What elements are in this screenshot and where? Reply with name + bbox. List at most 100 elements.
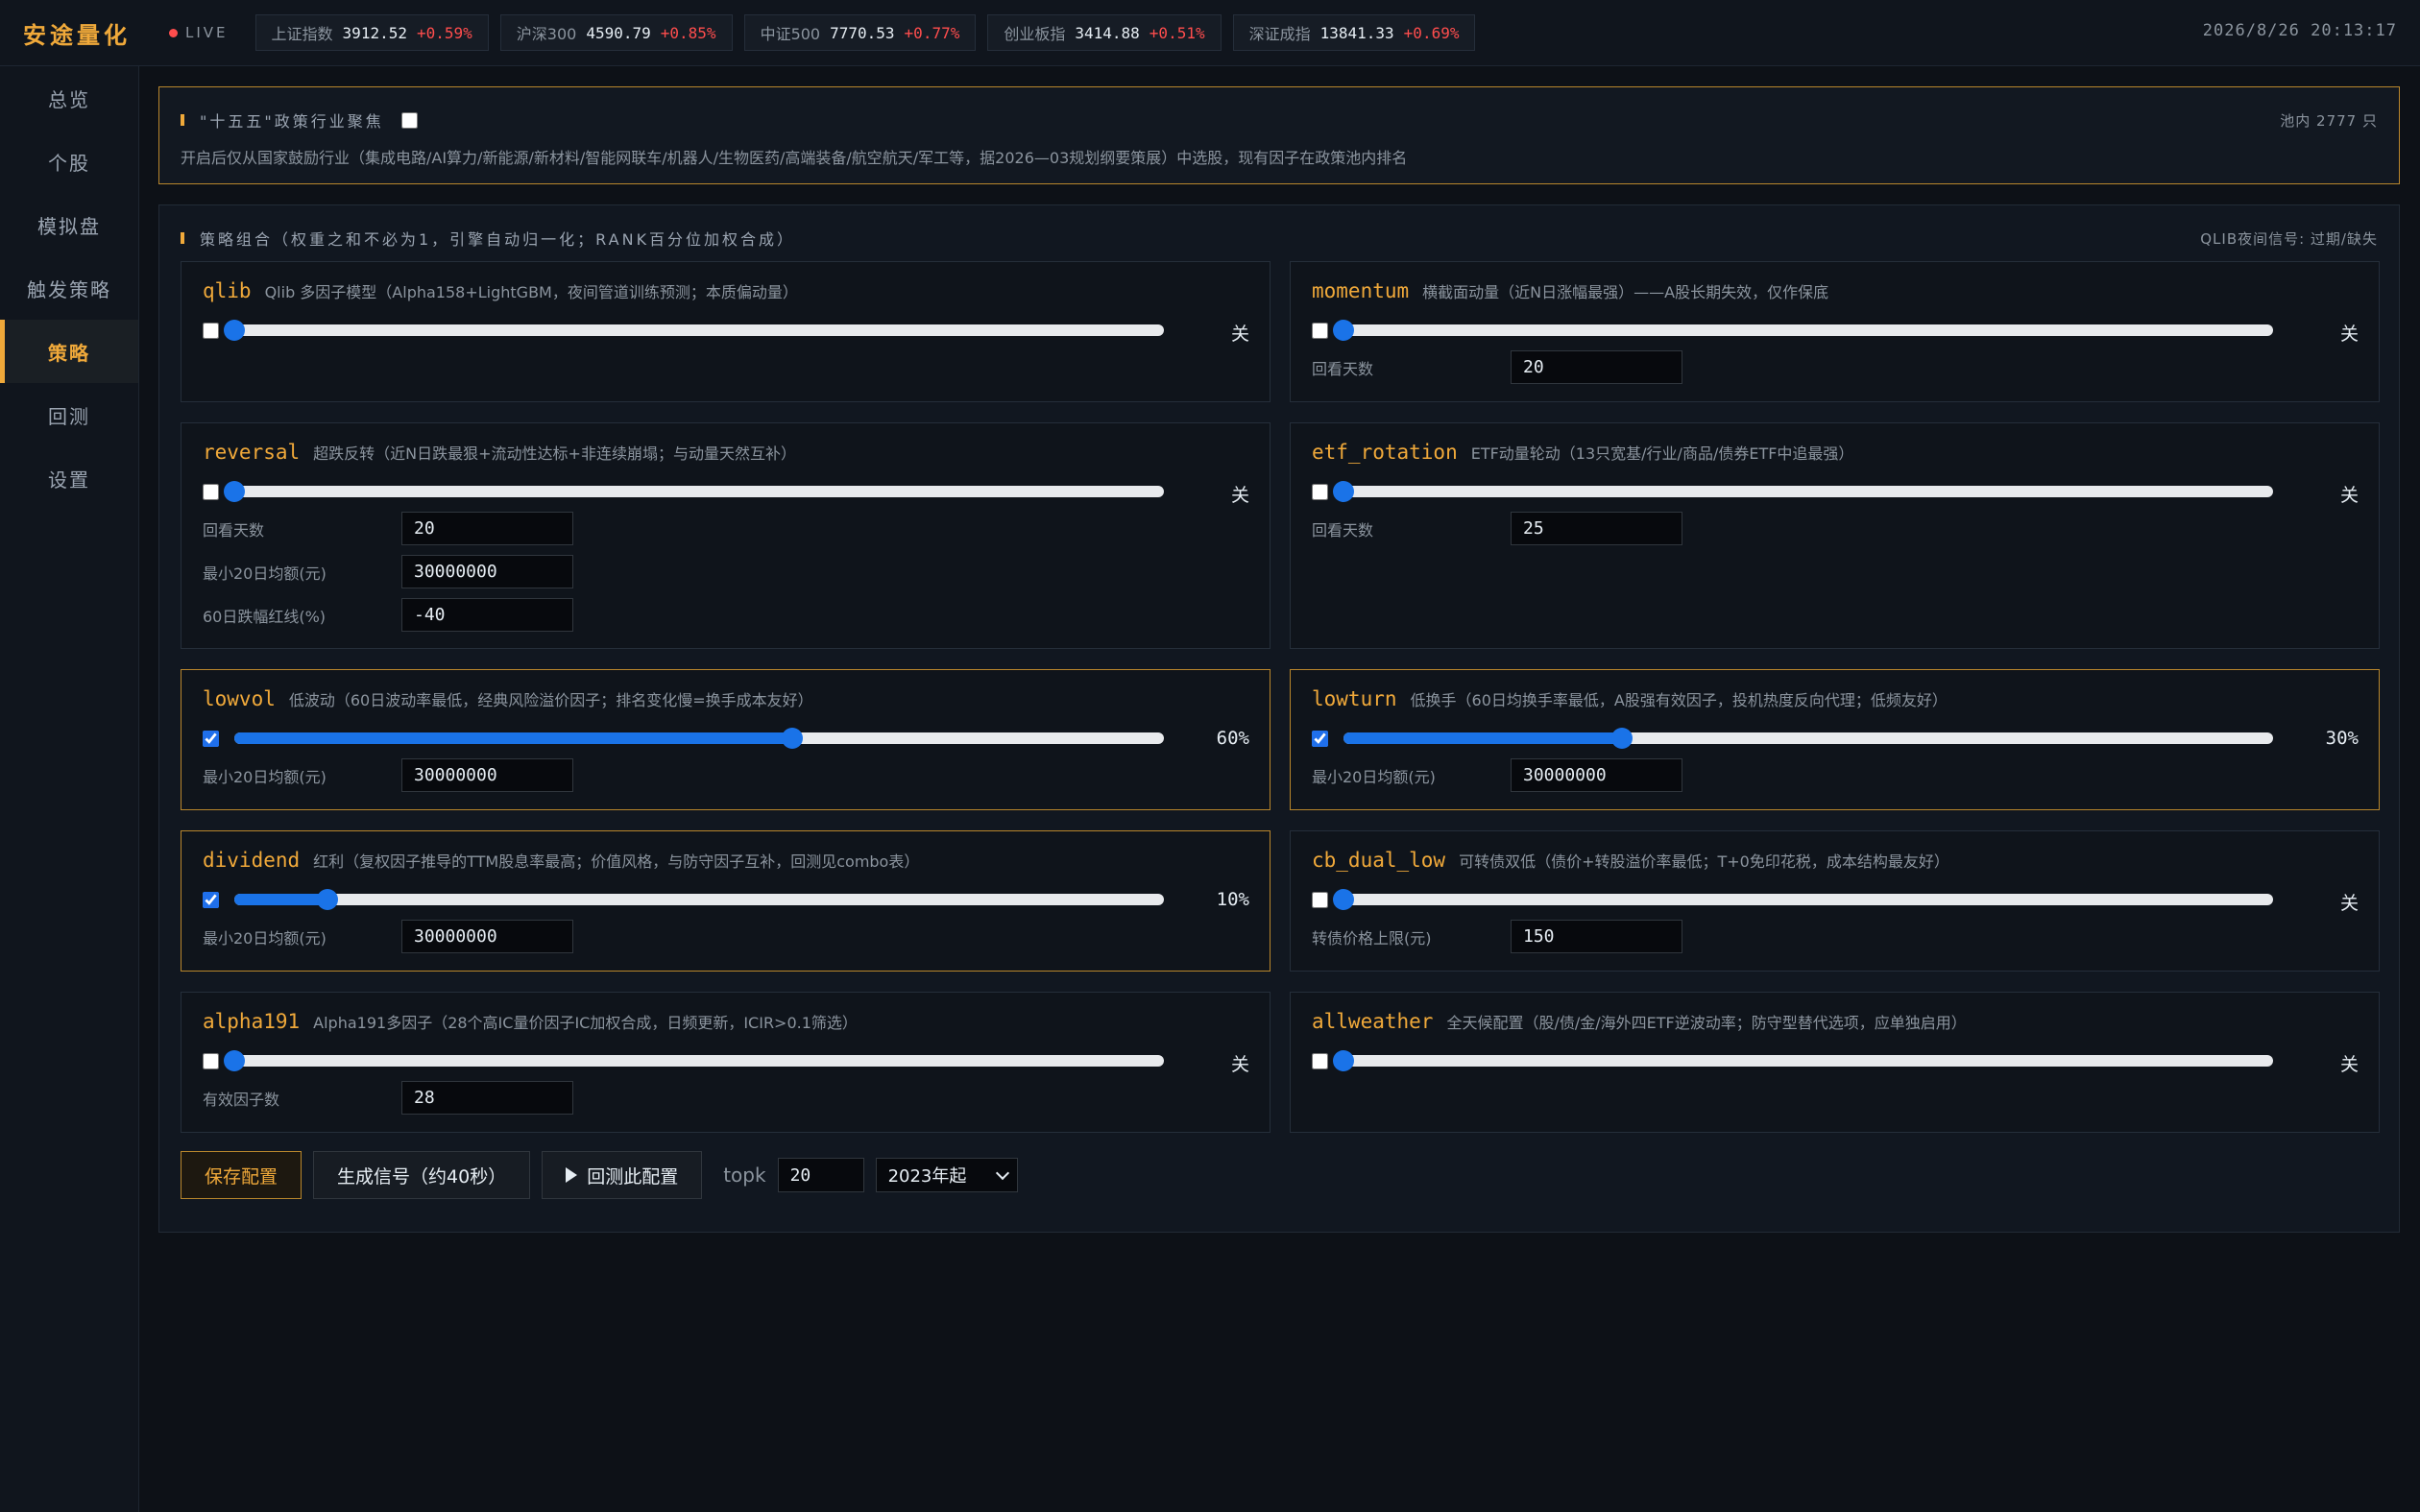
sidebar-item-trigger-strategy[interactable]: 触发策略: [0, 256, 138, 320]
param-label: 最小20日均额(元): [203, 564, 327, 583]
slider-handle[interactable]: [1333, 889, 1354, 910]
slider-handle[interactable]: [224, 320, 245, 341]
topk-label: topk: [723, 1164, 766, 1187]
live-dot-icon: [169, 28, 178, 37]
param-input[interactable]: [1511, 920, 1682, 953]
strategy-card-lowvol: lowvol 低波动（60日波动率最低，经典风险溢价因子；排名变化慢=换手成本友…: [181, 669, 1270, 810]
strategy-card-dividend: dividend 红利（复权因子推导的TTM股息率最高；价值风格，与防守因子互补…: [181, 830, 1270, 972]
param-row: 回看天数: [1312, 350, 1682, 384]
sidebar-item-stocks[interactable]: 个股: [0, 130, 138, 193]
weight-value: 关: [2339, 324, 2359, 345]
strategy-card-reversal: reversal 超跌反转（近N日跌最狠+流动性达标+非连续崩塌；与动量天然互补…: [181, 422, 1270, 649]
param-row: 回看天数: [203, 512, 573, 545]
param-input[interactable]: [1511, 512, 1682, 545]
slider-handle[interactable]: [224, 481, 245, 502]
weight-slider[interactable]: [1333, 320, 2273, 341]
ticker[interactable]: 沪深300 4590.79 +0.85%: [499, 14, 733, 51]
strategy-card-header: qlib Qlib 多因子模型（Alpha158+LightGBM，夜间管道训练…: [203, 279, 798, 302]
strategy-enable-checkbox[interactable]: [203, 730, 219, 747]
live-indicator: LIVE: [169, 24, 229, 41]
strategy-enable-checkbox[interactable]: [1312, 1052, 1328, 1069]
weight-row: 10%: [203, 885, 1249, 914]
param-input[interactable]: [401, 512, 573, 545]
weight-slider[interactable]: [1333, 1050, 2273, 1071]
strategy-enable-checkbox[interactable]: [1312, 891, 1328, 908]
backtest-config-button[interactable]: 回测此配置: [542, 1151, 703, 1199]
slider-fill: [234, 894, 327, 905]
weight-value: 60%: [1216, 728, 1249, 749]
slider-handle[interactable]: [781, 728, 803, 749]
param-input[interactable]: [401, 920, 573, 953]
strategy-description: 横截面动量（近N日涨幅最强）——A股长期失效，仅作保底: [1422, 283, 1829, 301]
ticker[interactable]: 深证成指 13841.33 +0.69%: [1232, 14, 1476, 51]
strategy-name: qlib: [203, 279, 252, 302]
slider-handle[interactable]: [1333, 1050, 1354, 1071]
strategy-card-momentum: momentum 横截面动量（近N日涨幅最强）——A股长期失效，仅作保底 关 回…: [1290, 261, 2380, 402]
slider-fill: [234, 732, 792, 744]
param-input[interactable]: [1511, 350, 1682, 384]
strategy-enable-checkbox[interactable]: [1312, 483, 1328, 500]
save-config-button[interactable]: 保存配置: [181, 1151, 302, 1199]
param-input[interactable]: [401, 555, 573, 588]
sidebar-item-paper-trading[interactable]: 模拟盘: [0, 193, 138, 256]
slider-handle[interactable]: [224, 1050, 245, 1071]
policy-description: 开启后仅从国家鼓励行业（集成电路/AI算力/新能源/新材料/智能网联车/机器人/…: [181, 149, 1408, 167]
sidebar-item-backtest[interactable]: 回测: [0, 383, 138, 446]
strategy-name: allweather: [1312, 1010, 1434, 1033]
param-row: 最小20日均额(元): [203, 555, 573, 588]
policy-focus-panel: "十五五"政策行业聚焦 池内 2777 只 开启后仅从国家鼓励行业（集成电路/A…: [158, 86, 2400, 184]
strategy-name: momentum: [1312, 279, 1410, 302]
weight-row: 关: [1312, 316, 2359, 345]
param-label: 60日跌幅红线(%): [203, 607, 327, 626]
weight-slider[interactable]: [234, 728, 1164, 749]
strategy-name: lowturn: [1312, 687, 1397, 710]
weight-row: 关: [203, 316, 1249, 345]
weight-value: 关: [1230, 1054, 1249, 1075]
slider-handle[interactable]: [1333, 320, 1354, 341]
ticker[interactable]: 上证指数 3912.52 +0.59%: [254, 14, 489, 51]
weight-slider[interactable]: [224, 481, 1164, 502]
param-input[interactable]: [401, 598, 573, 632]
strategy-enable-checkbox[interactable]: [1312, 322, 1328, 339]
param-input[interactable]: [401, 758, 573, 792]
weight-slider[interactable]: [234, 889, 1164, 910]
strategy-card-alpha191: alpha191 Alpha191多因子（28个高IC量价因子IC加权合成，日频…: [181, 992, 1270, 1133]
sidebar-item-strategy[interactable]: 策略: [0, 320, 138, 383]
qlib-signal-status: QLIB夜间信号: 过期/缺失: [2200, 230, 2378, 248]
chevron-down-icon: [995, 1165, 1009, 1180]
strategy-description: 低波动（60日波动率最低，经典风险溢价因子；排名变化慢=换手成本友好）: [288, 691, 813, 709]
weight-slider[interactable]: [1333, 481, 2273, 502]
ticker-value: 4590.79: [586, 23, 651, 42]
strategy-enable-checkbox[interactable]: [203, 483, 219, 500]
param-label: 最小20日均额(元): [1312, 767, 1436, 786]
weight-slider[interactable]: [1333, 889, 2273, 910]
ticker[interactable]: 创业板指 3414.88 +0.51%: [987, 14, 1222, 51]
strategy-enable-checkbox[interactable]: [203, 1052, 219, 1069]
ticker-name: 创业板指: [1004, 25, 1066, 43]
weight-value: 关: [1230, 324, 1249, 345]
weight-slider[interactable]: [224, 320, 1164, 341]
param-input[interactable]: [401, 1081, 573, 1115]
generate-signal-button[interactable]: 生成信号（约40秒）: [313, 1151, 531, 1199]
param-row: 60日跌幅红线(%): [203, 598, 573, 632]
strategy-enable-checkbox[interactable]: [203, 891, 219, 908]
sidebar-nav: 总览 个股 模拟盘 触发策略 策略 回测 设置: [0, 66, 139, 1512]
weight-slider[interactable]: [1343, 728, 2273, 749]
strategy-enable-checkbox[interactable]: [1312, 730, 1328, 747]
topk-input[interactable]: [777, 1158, 864, 1192]
sidebar-item-settings[interactable]: 设置: [0, 446, 138, 510]
ticker-change: +0.85%: [660, 23, 716, 42]
ticker[interactable]: 中证500 7770.53 +0.77%: [743, 14, 977, 51]
ticker-change: +0.59%: [416, 23, 472, 42]
param-input[interactable]: [1511, 758, 1682, 792]
slider-handle[interactable]: [1611, 728, 1634, 749]
weight-slider[interactable]: [224, 1050, 1164, 1071]
policy-toggle-checkbox[interactable]: [400, 111, 418, 129]
param-row: 有效因子数: [203, 1081, 573, 1115]
sidebar-item-overview[interactable]: 总览: [0, 66, 138, 130]
strategy-enable-checkbox[interactable]: [203, 322, 219, 339]
slider-handle[interactable]: [316, 889, 338, 910]
start-year-select[interactable]: 2023年起: [875, 1158, 1018, 1192]
strategy-description: Qlib 多因子模型（Alpha158+LightGBM，夜间管道训练预测；本质…: [264, 283, 798, 301]
slider-handle[interactable]: [1333, 481, 1354, 502]
